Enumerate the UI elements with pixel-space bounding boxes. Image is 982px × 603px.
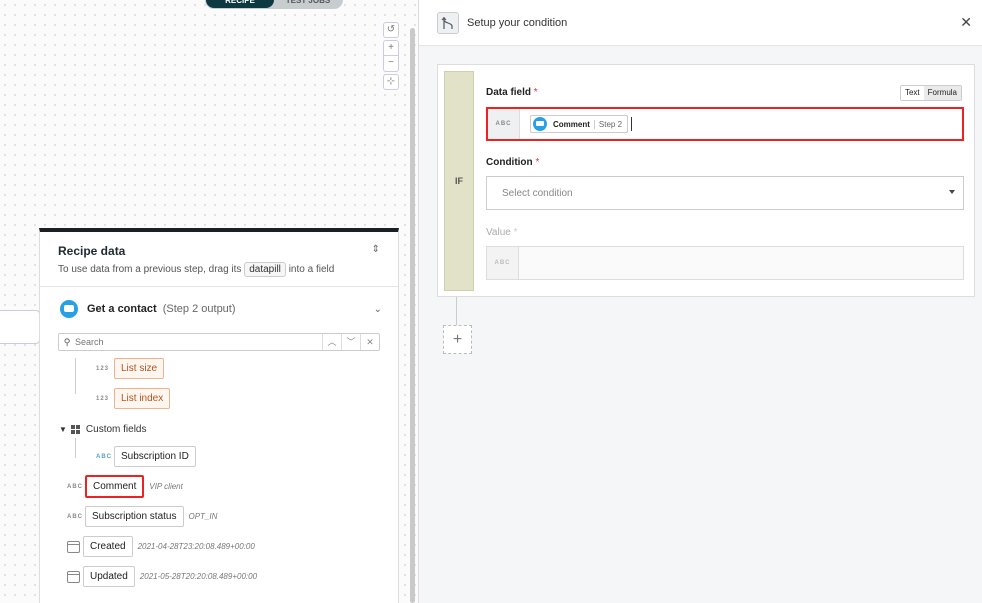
search-icon: ⚲ (63, 336, 71, 347)
expand-collapse-icon[interactable]: ⇕ (372, 244, 380, 255)
close-icon[interactable]: ✕ (360, 334, 379, 350)
sample-value: 2021-05-28T20:20:08.489+00:00 (139, 572, 258, 581)
pill-step: Step 2 (598, 119, 623, 129)
datapill[interactable]: Subscription status (85, 506, 184, 527)
select-placeholder: Select condition (502, 187, 573, 199)
tree-connector (75, 438, 76, 458)
string-type-tag: ABC (67, 483, 83, 490)
datapill[interactable]: Subscription ID (114, 446, 196, 467)
string-type-tag: ABC (67, 513, 83, 520)
list-item: 123 List size (96, 358, 165, 379)
zoom-controls: ↺ + − ⊹ (383, 22, 399, 92)
grid-icon (70, 425, 80, 434)
datapill[interactable]: Updated (83, 566, 135, 587)
sample-value: OPT_IN (188, 512, 218, 521)
label-text: Condition (486, 157, 533, 168)
datapill-search: ⚲ ︿ ﹀ ✕ (58, 333, 380, 351)
datapill[interactable]: Created (83, 536, 133, 557)
search-input[interactable] (75, 337, 322, 347)
list-item: ABC Subscription status OPT_IN (67, 506, 217, 527)
data-field-label: Data field * (486, 87, 538, 98)
recipe-data-title: Recipe data (58, 244, 126, 258)
pill-name: Comment (553, 119, 595, 129)
string-type-tag: ABC (488, 109, 520, 139)
fit-view-icon[interactable]: ⊹ (383, 74, 399, 90)
chat-bubble-icon (60, 300, 78, 318)
formula-mode-button[interactable]: Formula (923, 86, 961, 100)
step-output-header[interactable]: Get a contact (Step 2 output) ⌄ (60, 300, 382, 318)
zoom-out-button[interactable]: − (383, 56, 399, 72)
value-input: ABC (486, 246, 964, 280)
group-label: Custom fields (85, 424, 147, 435)
condition-card: IF Data field * Text Formula ABC Comment… (437, 64, 975, 297)
tab-test-jobs[interactable]: Test jobs (274, 0, 342, 8)
step-connector (456, 297, 457, 325)
calendar-icon (67, 570, 80, 583)
caret-down-icon (949, 190, 955, 194)
chevron-up-icon[interactable]: ︿ (322, 334, 341, 350)
required-mark: * (513, 227, 518, 238)
add-step-button[interactable]: + (443, 325, 472, 354)
condition-panel: Setup your condition ✕ IF Data field * T… (418, 0, 982, 603)
mode-toggle: Text Formula (899, 85, 962, 101)
zoom-in-button[interactable]: + (383, 40, 399, 56)
label-text: Value (486, 227, 511, 238)
string-type-tag: ABC (487, 247, 519, 279)
recipe-data-header: Recipe data To use data from a previous … (40, 232, 398, 287)
string-type-tag: ABC (96, 453, 112, 460)
recipe-data-subtitle: To use data from a previous step, drag i… (58, 262, 380, 277)
subtitle-text: To use data from a previous step, drag i… (58, 264, 242, 275)
caret-down-icon[interactable]: ▼ (59, 425, 67, 434)
view-toggle[interactable]: Recipe Test jobs (205, 0, 343, 9)
text-mode-button[interactable]: Text (900, 86, 924, 100)
close-icon[interactable]: ✕ (960, 14, 972, 31)
sample-value: 2021-04-28T23:20:08.489+00:00 (137, 542, 255, 551)
number-type-tag: 123 (96, 365, 110, 372)
required-mark: * (533, 87, 538, 98)
chat-bubble-icon (533, 117, 547, 131)
datapill[interactable]: List size (114, 358, 165, 379)
step-title: Get a contact (Step 2 output) (87, 303, 236, 315)
tree-connector (75, 358, 76, 394)
if-label: IF (444, 71, 474, 291)
panel-header: Setup your condition ✕ (419, 0, 982, 46)
step-meta: (Step 2 output) (162, 303, 236, 315)
required-mark: * (535, 157, 540, 168)
tab-recipe[interactable]: Recipe (206, 0, 274, 8)
chevron-down-icon[interactable]: ⌄ (374, 304, 382, 315)
datapill[interactable]: List index (114, 388, 171, 409)
reset-icon[interactable]: ↺ (383, 22, 399, 38)
condition-label: Condition * (486, 157, 539, 168)
sample-value: VIP client (149, 482, 183, 491)
chevron-down-icon[interactable]: ﹀ (341, 334, 360, 350)
branch-icon (437, 11, 459, 34)
label-text: Data field (486, 87, 532, 98)
canvas-scrollbar[interactable] (410, 28, 415, 603)
step-name: Get a contact (87, 303, 157, 315)
data-field-input[interactable]: ABC Comment Step 2 (486, 107, 964, 141)
list-item: 123 List index (96, 388, 171, 409)
comment-datapill[interactable]: Comment (85, 475, 145, 498)
condition-select[interactable]: Select condition (486, 176, 964, 210)
subtitle-text-end: into a field (288, 264, 335, 275)
datapill-example: datapill (244, 262, 286, 277)
custom-fields-group[interactable]: ▼ Custom fields (59, 424, 147, 435)
recipe-canvas[interactable]: Recipe Test jobs ↺ + − ⊹ Recipe data To … (0, 0, 418, 603)
list-item: Updated 2021-05-28T20:20:08.489+00:00 (67, 566, 257, 587)
list-item: ABC Comment VIP client (67, 475, 183, 498)
list-item: Created 2021-04-28T23:20:08.489+00:00 (67, 536, 255, 557)
canvas-node[interactable] (0, 310, 40, 344)
recipe-data-panel: Recipe data To use data from a previous … (39, 228, 399, 603)
list-item: ABC Subscription ID (96, 446, 196, 467)
value-label: Value * (486, 227, 518, 238)
number-type-tag: 123 (96, 395, 110, 402)
panel-title: Setup your condition (467, 16, 568, 29)
calendar-icon (67, 540, 80, 553)
comment-datapill[interactable]: Comment Step 2 (530, 115, 629, 133)
text-cursor (631, 117, 633, 131)
